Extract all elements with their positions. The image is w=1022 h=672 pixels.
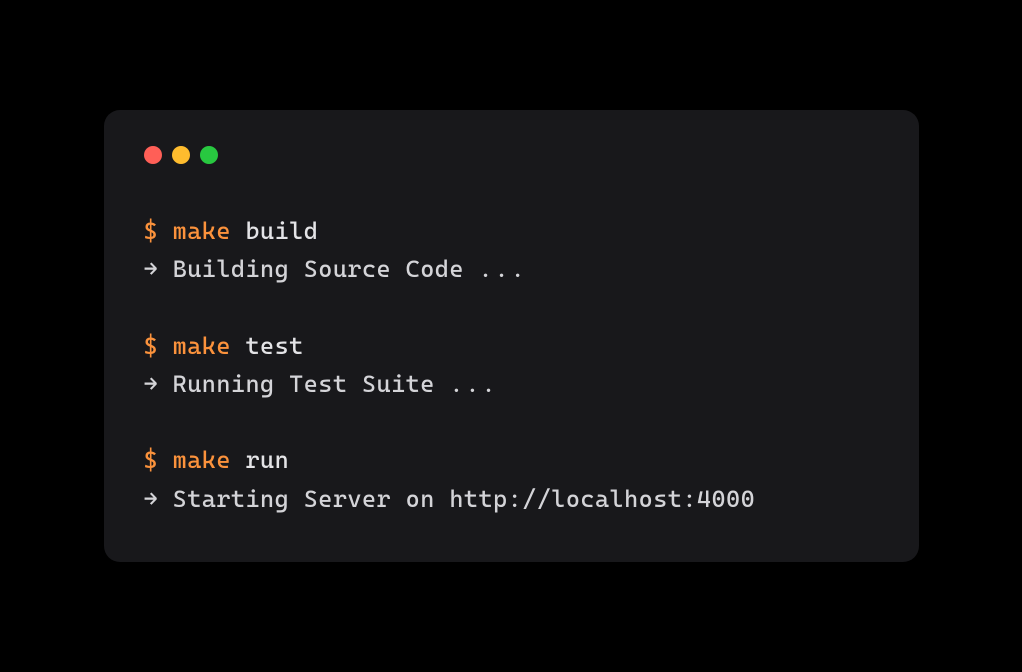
command-arg: build: [245, 217, 318, 245]
command-block: $ make run → Starting Server on http://l…: [144, 441, 879, 518]
command-arg: test: [245, 332, 303, 360]
ellipsis: ...: [449, 370, 497, 398]
traffic-lights: [144, 146, 879, 164]
output-text: Running Test Suite: [173, 370, 435, 398]
output-line: → Building Source Code ...: [144, 250, 879, 288]
output-text: Building Source Code: [173, 255, 464, 283]
command-block: $ make build → Building Source Code ...: [144, 212, 879, 289]
ellipsis: ...: [478, 255, 526, 283]
output-line: → Starting Server on http://localhost:40…: [144, 480, 879, 518]
command-line: $ make test: [144, 327, 879, 365]
arrow-icon: →: [144, 370, 159, 398]
command-arg: run: [245, 446, 289, 474]
arrow-icon: →: [144, 485, 159, 513]
minimize-button[interactable]: [172, 146, 190, 164]
command-line: $ make build: [144, 212, 879, 250]
prompt-symbol: $: [144, 332, 159, 360]
maximize-button[interactable]: [200, 146, 218, 164]
arrow-icon: →: [144, 255, 159, 283]
prompt-symbol: $: [144, 446, 159, 474]
terminal-content[interactable]: $ make build → Building Source Code ... …: [144, 212, 879, 518]
close-button[interactable]: [144, 146, 162, 164]
output-text: Starting Server on http://localhost:4000: [173, 485, 756, 513]
command-block: $ make test → Running Test Suite ...: [144, 327, 879, 404]
command-name: make: [173, 332, 231, 360]
output-line: → Running Test Suite ...: [144, 365, 879, 403]
command-name: make: [173, 217, 231, 245]
command-line: $ make run: [144, 441, 879, 479]
command-name: make: [173, 446, 231, 474]
prompt-symbol: $: [144, 217, 159, 245]
terminal-window: $ make build → Building Source Code ... …: [104, 110, 919, 562]
